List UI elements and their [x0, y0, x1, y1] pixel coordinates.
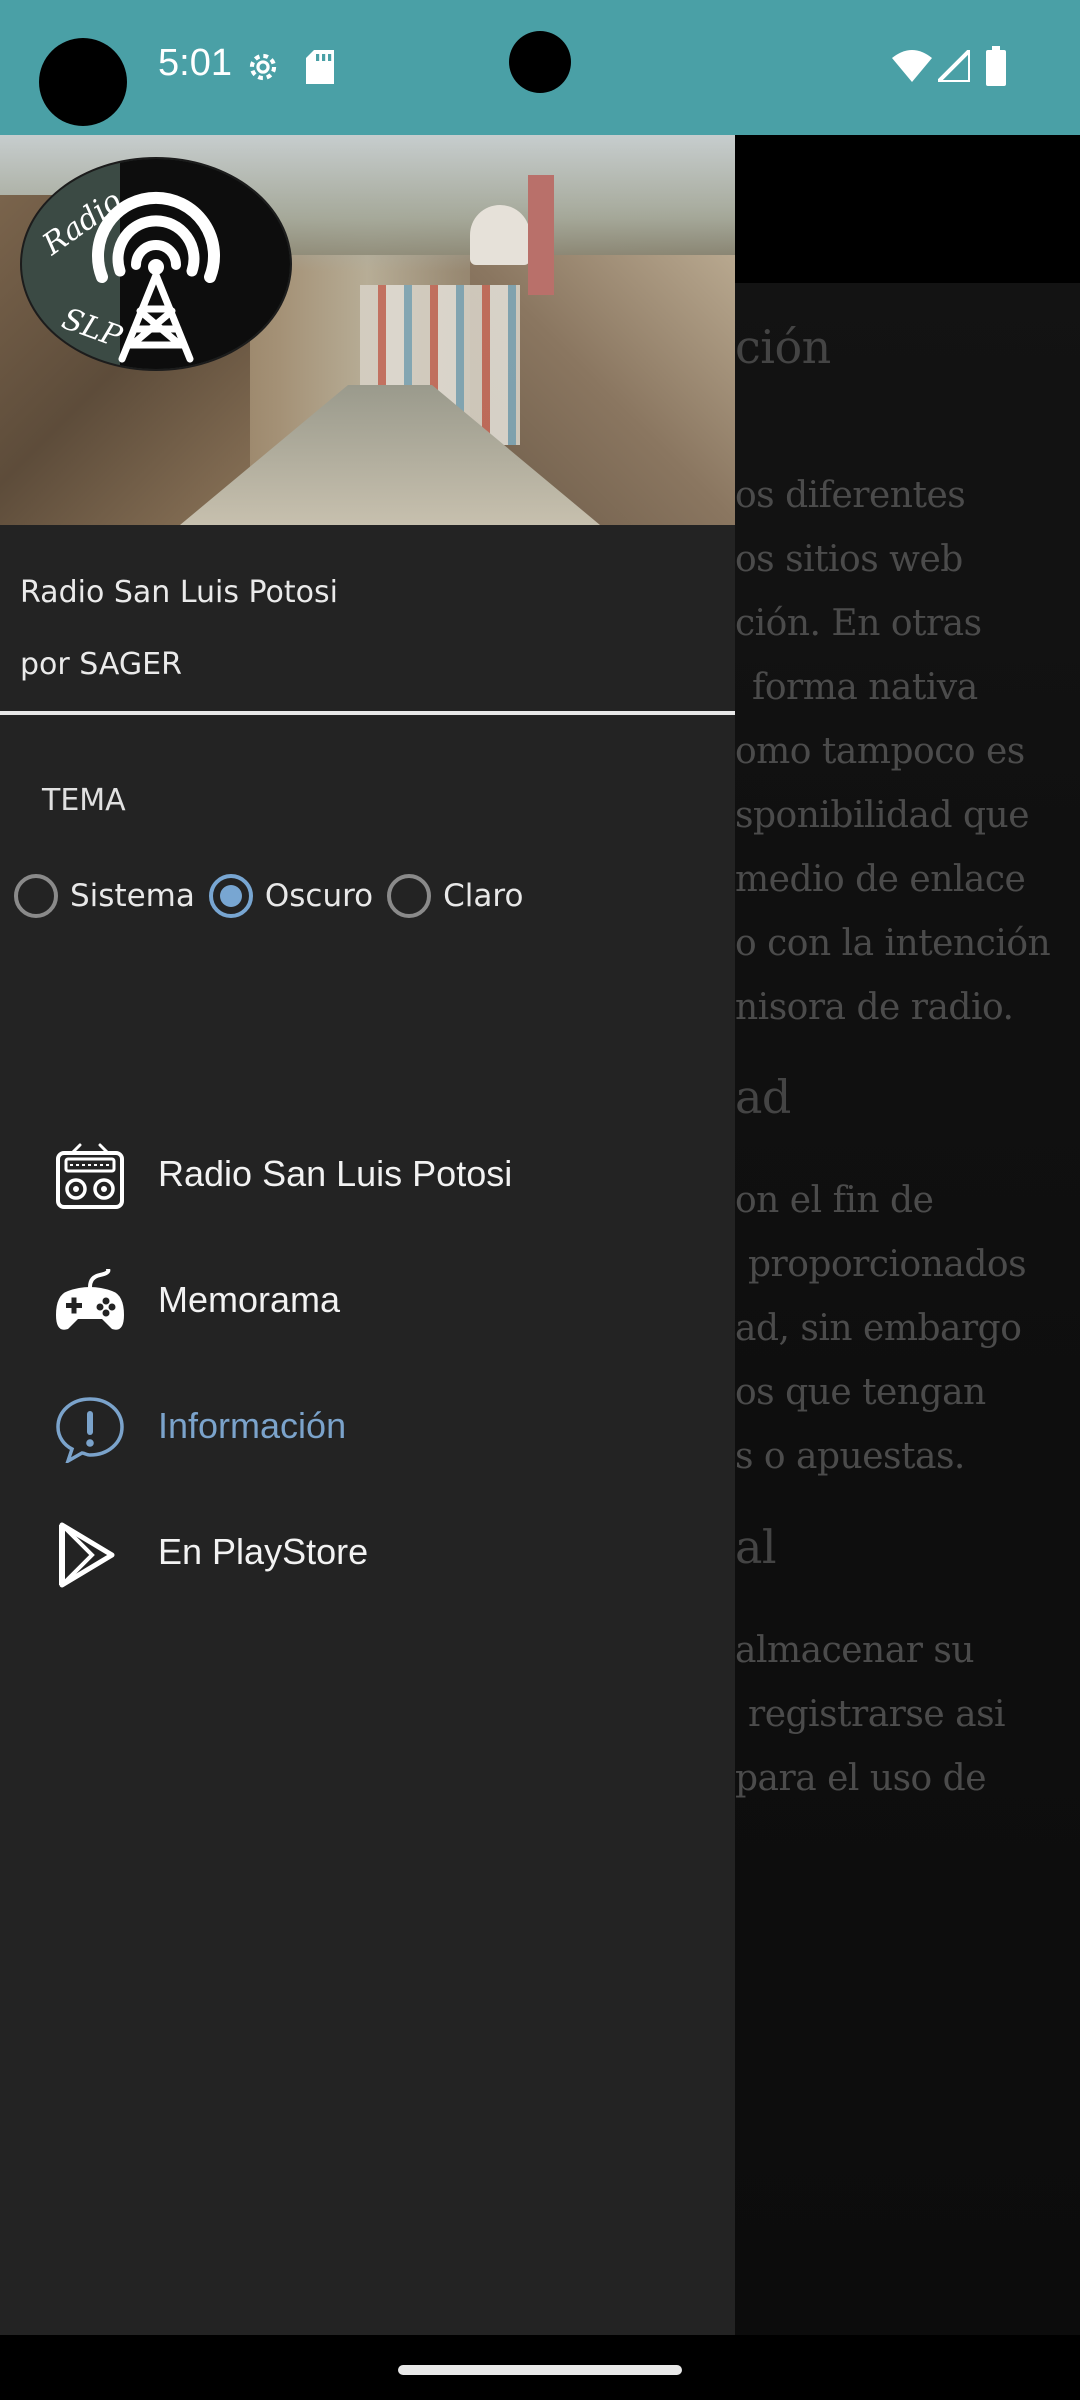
- menu-item-radio[interactable]: Radio San Luis Potosi: [0, 1115, 735, 1235]
- radio-button[interactable]: [387, 874, 432, 918]
- radio-button-checked[interactable]: [208, 874, 253, 918]
- wifi-icon: [892, 50, 932, 82]
- play-store-icon: [54, 1521, 126, 1589]
- radio-button[interactable]: [14, 874, 58, 918]
- theme-option-dark[interactable]: Oscuro: [208, 874, 374, 918]
- settings-gear-icon: [244, 48, 282, 86]
- menu-item-label: Radio San Luis Potosi: [158, 1153, 513, 1194]
- theme-option-label: Oscuro: [264, 878, 374, 914]
- drawer-app-subtitle: por SAGER: [20, 647, 182, 682]
- theme-label: TEMA: [42, 783, 126, 818]
- theme-option-label: Claro: [443, 878, 524, 914]
- screen: ción os diferentes os sitios web ción. E…: [0, 0, 1080, 2400]
- home-gesture-handle[interactable]: [398, 2365, 682, 2375]
- theme-radio-group: Sistema Oscuro Claro: [14, 868, 537, 924]
- menu-item-playstore[interactable]: En PlayStore: [0, 1493, 735, 1613]
- sd-card-icon: [306, 50, 334, 84]
- navigation-drawer: Radio SLP Radio San Luis Potosi por SAGE…: [0, 135, 735, 2335]
- radio-icon: [54, 1143, 126, 1211]
- drawer-header-image: Radio SLP: [0, 135, 735, 525]
- menu-item-informacion[interactable]: Información: [0, 1367, 735, 1487]
- menu-item-memorama[interactable]: Memorama: [0, 1241, 735, 1361]
- theme-option-system[interactable]: Sistema: [14, 874, 195, 918]
- menu-item-label: Información: [158, 1405, 347, 1446]
- menu-item-label: Memorama: [158, 1279, 341, 1320]
- battery-icon: [986, 46, 1006, 86]
- signal-icon: [938, 50, 970, 82]
- menu-item-label: En PlayStore: [158, 1531, 369, 1572]
- drawer-divider: [0, 711, 735, 715]
- drawer-app-title: Radio San Luis Potosi: [20, 575, 338, 610]
- info-chat-icon: [54, 1395, 126, 1465]
- theme-option-label: Sistema: [70, 878, 195, 914]
- status-time: 5:01: [158, 42, 232, 84]
- gamepad-icon: [54, 1267, 126, 1337]
- theme-option-light[interactable]: Claro: [387, 874, 523, 918]
- app-logo: Radio SLP: [20, 157, 292, 371]
- status-bar: 5:01: [0, 0, 1080, 135]
- logo-text-bottom: SLP: [57, 301, 127, 355]
- camera-cutout: [39, 38, 127, 126]
- camera-cutout: [509, 31, 571, 93]
